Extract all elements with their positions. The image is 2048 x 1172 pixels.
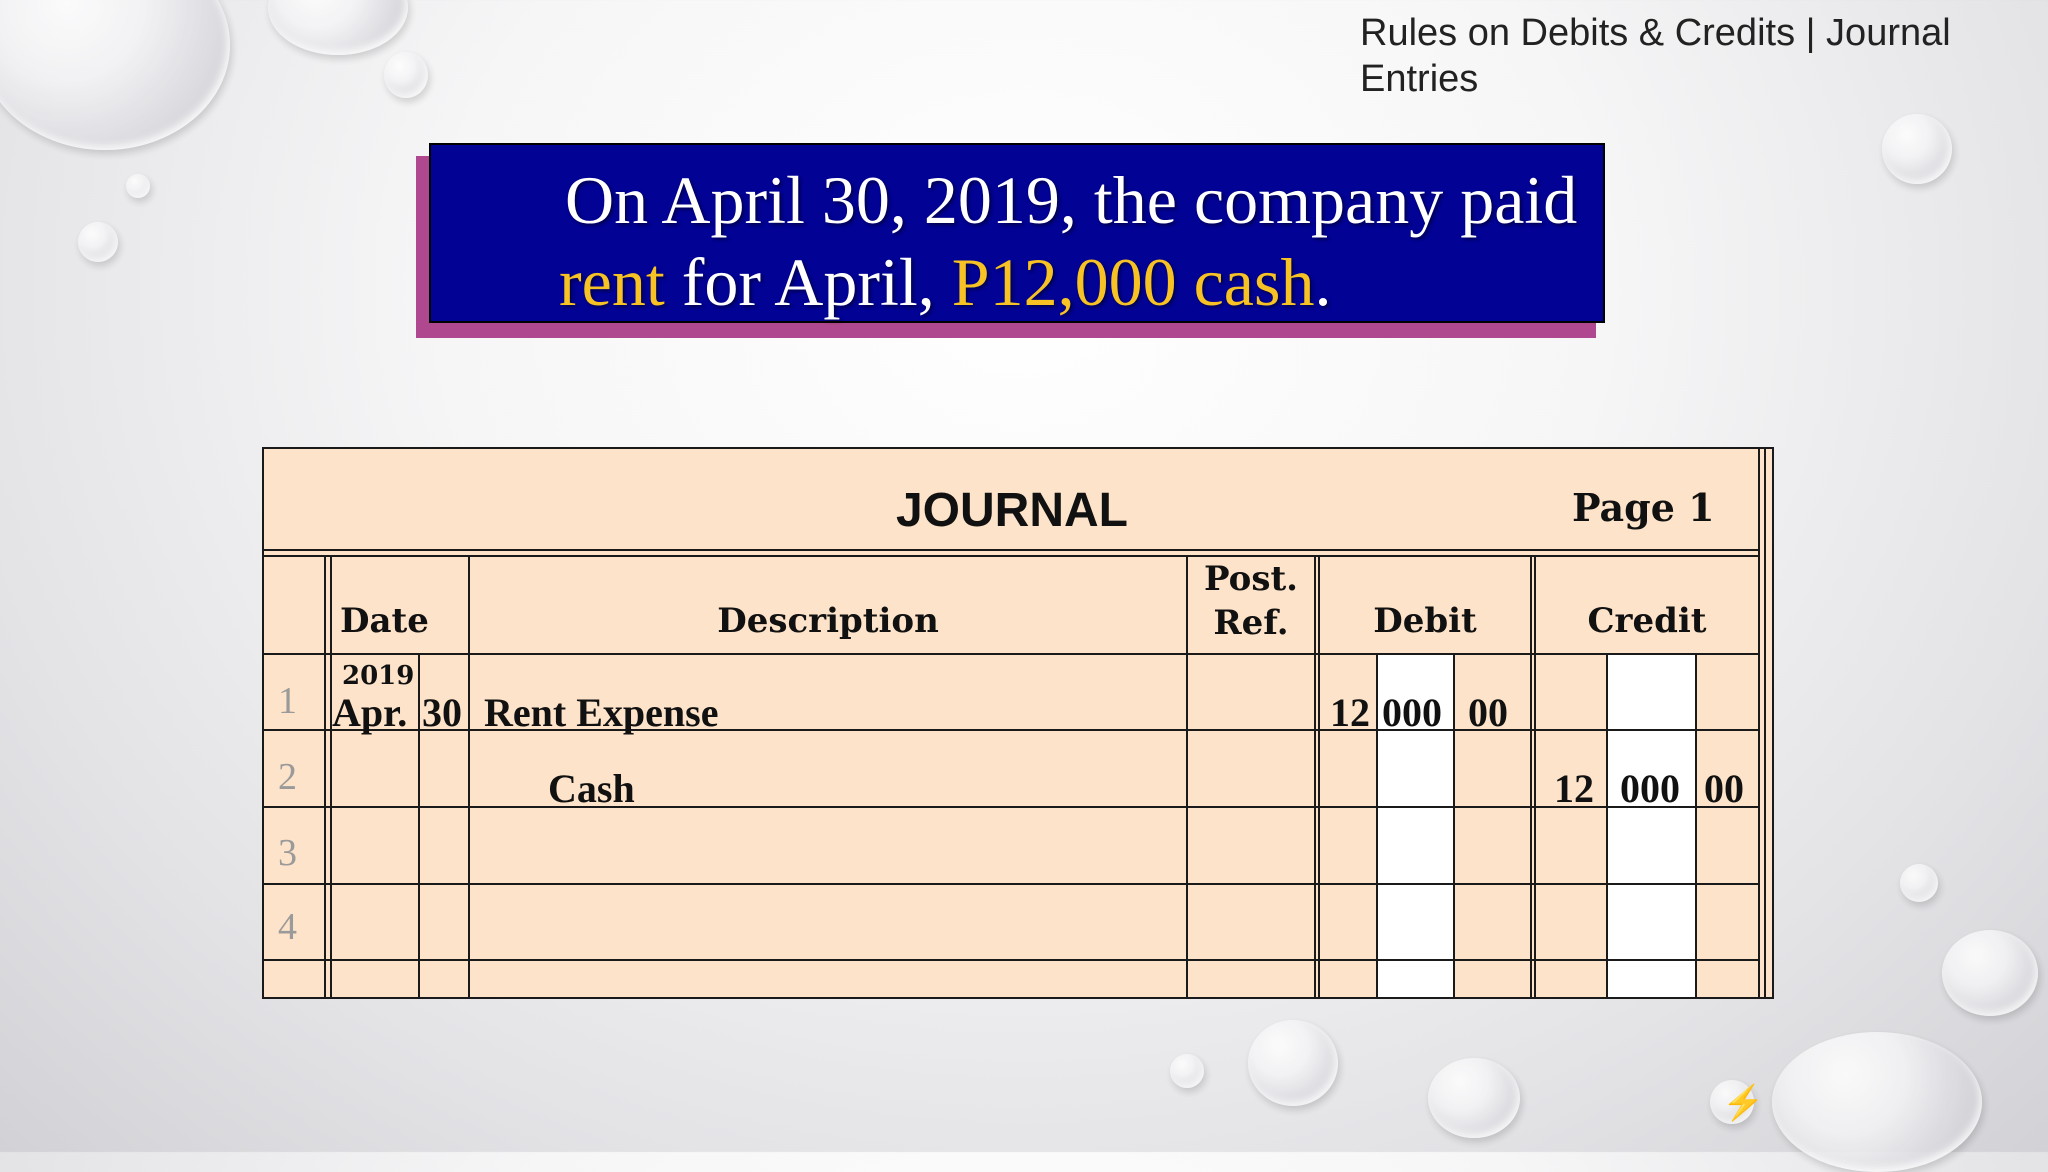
line-number: 3 xyxy=(278,832,297,874)
divider xyxy=(264,549,1760,551)
entry-description: Rent Expense xyxy=(484,690,719,735)
header-debit: Debit xyxy=(1373,601,1477,641)
callout-text: for April, xyxy=(664,244,952,320)
callout-line-2: rent for April, P12,000 cash. xyxy=(559,241,1583,323)
header-description: Description xyxy=(717,601,939,641)
lightning-icon: ⚡ xyxy=(1722,1084,1765,1122)
water-drop-decoration xyxy=(268,0,408,55)
water-drop-decoration xyxy=(0,0,230,150)
line-number: 1 xyxy=(278,680,297,722)
water-drop-decoration xyxy=(1248,1020,1338,1106)
journal-page-label: Page 1 xyxy=(1572,485,1715,530)
line-number: 4 xyxy=(278,906,297,948)
credit-amount-hundreds: 000 xyxy=(1620,766,1680,811)
entry-year: 2019 xyxy=(342,661,415,691)
divider xyxy=(324,555,326,997)
journal-title: JOURNAL xyxy=(895,484,1128,537)
water-drop-decoration xyxy=(126,174,150,198)
page-label: Page xyxy=(1572,485,1675,530)
header-date: Date xyxy=(340,601,429,641)
credit-thousands-column xyxy=(1608,655,1695,997)
slide-header-title: Rules on Debits & Credits | Journal Entr… xyxy=(1360,12,1951,100)
water-drop-decoration xyxy=(78,222,118,262)
divider xyxy=(330,555,332,997)
divider xyxy=(1606,655,1608,997)
divider xyxy=(1764,449,1766,997)
header-credit: Credit xyxy=(1587,601,1707,641)
entry-day: 30 xyxy=(422,690,462,735)
water-drop-decoration xyxy=(1942,930,2038,1016)
entry-month: Apr. xyxy=(332,690,408,735)
line-number: 2 xyxy=(278,756,297,798)
page-number: 1 xyxy=(1688,485,1715,530)
water-drop-decoration xyxy=(1170,1054,1204,1088)
debit-amount-thousands: 12 xyxy=(1330,690,1370,735)
divider xyxy=(1376,655,1378,997)
entry-description: Cash xyxy=(548,766,635,811)
divider xyxy=(1453,655,1455,997)
credit-amount-thousands: 12 xyxy=(1554,766,1594,811)
callout-line-1: On April 30, 2019, the company paid xyxy=(565,162,1578,238)
divider xyxy=(1530,555,1532,997)
divider xyxy=(418,655,420,997)
journal-form: JOURNAL Page 1 Date Description Post. Re… xyxy=(262,447,1774,999)
debit-amount-hundreds: 000 xyxy=(1382,690,1442,735)
credit-amount-cents: 00 xyxy=(1704,766,1744,811)
water-drop-decoration xyxy=(384,52,428,98)
header-post-ref-line-2: Ref. xyxy=(1213,603,1289,643)
divider xyxy=(1314,555,1316,997)
callout-box: On April 30, 2019, the company paid rent… xyxy=(429,143,1605,323)
water-drop-decoration xyxy=(1428,1058,1520,1138)
callout-highlight-amount: P12,000 cash xyxy=(951,244,1315,320)
water-drop-decoration xyxy=(1882,114,1952,184)
header-post-ref-line-1: Post. xyxy=(1203,559,1298,599)
debit-amount-cents: 00 xyxy=(1468,690,1508,735)
divider xyxy=(1695,655,1697,997)
callout-highlight-rent: rent xyxy=(559,244,665,320)
water-drop-decoration xyxy=(1772,1032,1982,1172)
water-drop-decoration xyxy=(1900,864,1938,902)
callout-text: . xyxy=(1314,244,1332,320)
